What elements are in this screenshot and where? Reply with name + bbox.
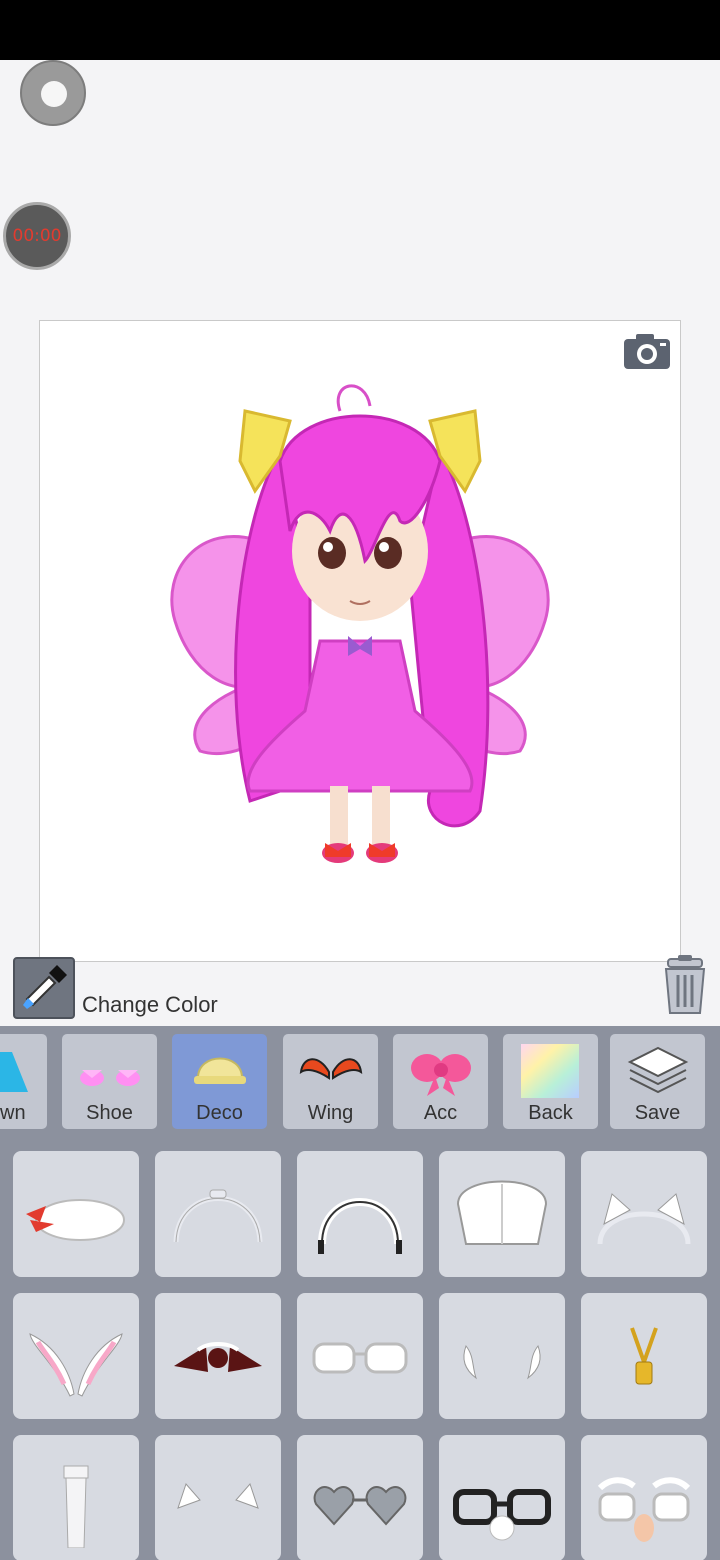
item-headband[interactable] (155, 1151, 281, 1277)
trash-icon[interactable] (658, 955, 712, 1017)
tab-label: Back (528, 1102, 573, 1124)
item-glasses[interactable] (297, 1293, 423, 1419)
bat-bow-headpiece-icon (174, 1342, 262, 1372)
record-dot (41, 81, 67, 107)
rainbow-icon (521, 1044, 579, 1098)
cat-ears-headband-icon (597, 1193, 691, 1245)
bunny-ears-icon (29, 1333, 123, 1397)
shoe-icon (80, 1070, 140, 1086)
tab-save[interactable]: Save (610, 1034, 705, 1129)
groucho-glasses-icon (597, 1477, 691, 1542)
change-color-label[interactable]: Change Color (82, 992, 218, 1018)
category-tabbar: wn Shoe Deco Wing Acc Back Save (0, 1026, 720, 1134)
skirt-icon (0, 1052, 28, 1092)
item-cap-red-ribbon[interactable] (13, 1151, 139, 1277)
item-nose-glasses[interactable] (439, 1435, 565, 1560)
tab-shoe[interactable]: Shoe (62, 1034, 157, 1129)
nose-glasses-icon (453, 1489, 551, 1541)
small-horns-icon (463, 1344, 541, 1380)
item-small-cat-ears[interactable] (155, 1435, 281, 1560)
tab-label: Deco (196, 1102, 243, 1124)
item-groucho-glasses[interactable] (581, 1435, 707, 1560)
eyedropper-icon (23, 965, 67, 1009)
wing-icon (299, 1058, 363, 1080)
character-canvas (39, 320, 681, 962)
tab-label: Acc (423, 1102, 458, 1124)
item-maid-headband[interactable] (297, 1151, 423, 1277)
tab-acc[interactable]: Acc (393, 1034, 488, 1129)
heart-sunglasses-icon (313, 1486, 407, 1526)
item-small-horns[interactable] (439, 1293, 565, 1419)
item-baseball-cap[interactable] (439, 1151, 565, 1277)
item-bat-bow-headpiece[interactable] (155, 1293, 281, 1419)
camera-icon[interactable] (622, 331, 672, 371)
recording-timer: 00:00 (3, 202, 71, 270)
bow-icon (411, 1054, 471, 1096)
tab-label: Shoe (86, 1102, 133, 1124)
tab-label: Save (634, 1102, 681, 1124)
tab-label: wn (0, 1102, 26, 1124)
color-row: Change Color (0, 955, 720, 1027)
small-cat-ears-icon (177, 1483, 259, 1509)
gold-necklace-icon (630, 1327, 658, 1385)
chibi-fairy-character (170, 384, 550, 863)
item-tie[interactable] (13, 1435, 139, 1560)
record-button[interactable] (20, 60, 86, 126)
white-cap-red-ribbon-icon (26, 1199, 125, 1241)
tab-label: Wing (307, 1102, 354, 1124)
status-bar (0, 0, 720, 60)
layers-icon (627, 1046, 689, 1094)
tab-gown[interactable]: wn (0, 1034, 47, 1129)
item-grid (0, 1134, 720, 1560)
tab-deco[interactable]: Deco (172, 1034, 267, 1129)
item-cat-ears-headband[interactable] (581, 1151, 707, 1277)
tab-wing[interactable]: Wing (283, 1034, 378, 1129)
item-gold-necklace[interactable] (581, 1293, 707, 1419)
headband-icon (173, 1189, 263, 1243)
glasses-icon (312, 1342, 408, 1374)
maid-headband-icon (318, 1198, 402, 1254)
item-heart-sunglasses[interactable] (297, 1435, 423, 1560)
item-bunny-ears[interactable] (13, 1293, 139, 1419)
tab-back[interactable]: Back (503, 1034, 598, 1129)
baseball-cap-icon (456, 1180, 548, 1245)
eyedropper-button[interactable] (13, 957, 75, 1019)
cap-icon (194, 1057, 246, 1084)
tie-icon (63, 1465, 89, 1548)
